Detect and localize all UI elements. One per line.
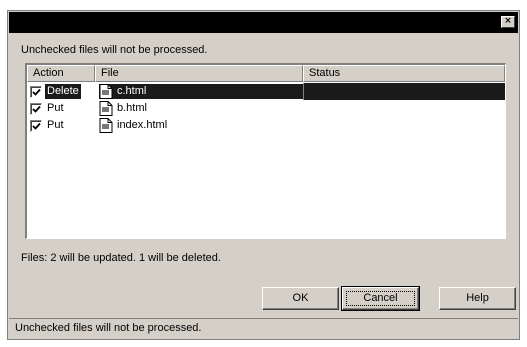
list-header: Action File Status [27, 65, 505, 82]
action-cell: Put [27, 117, 95, 134]
html-file-icon [99, 84, 113, 99]
checkmark-icon [32, 88, 41, 96]
file-cell: c.html [95, 83, 303, 100]
list-item[interactable]: Put index.html [27, 117, 505, 134]
status-cell [303, 100, 505, 117]
status-cell [303, 117, 505, 134]
column-header-status[interactable]: Status [303, 65, 505, 82]
title-bar: × [9, 12, 518, 33]
row-checkbox[interactable] [30, 119, 42, 132]
file-name: index.html [117, 119, 168, 131]
close-icon[interactable]: × [501, 16, 515, 28]
row-checkbox[interactable] [30, 85, 42, 98]
file-name: b.html [117, 102, 147, 114]
files-summary: Files: 2 will be updated. 1 will be dele… [21, 252, 221, 264]
html-file-icon [99, 101, 113, 116]
column-header-action[interactable]: Action [27, 65, 95, 82]
checkmark-icon [32, 105, 41, 113]
instruction-text: Unchecked files will not be processed. [21, 44, 208, 56]
html-file-icon [99, 118, 113, 133]
file-name: c.html [117, 85, 147, 97]
action-label: Put [47, 102, 64, 114]
column-header-file[interactable]: File [95, 65, 303, 82]
action-label: Put [47, 119, 64, 131]
list-item[interactable]: Delete c.html [27, 83, 505, 100]
row-checkbox[interactable] [30, 102, 42, 115]
file-cell: b.html [95, 100, 303, 117]
checkmark-icon [32, 122, 41, 130]
file-cell: index.html [95, 117, 303, 134]
help-button[interactable]: Help [439, 287, 516, 310]
list-rows: Delete c.html Put b.html Put index.html [27, 83, 505, 134]
action-cell: Put [27, 100, 95, 117]
status-cell [303, 83, 505, 100]
list-item[interactable]: Put b.html [27, 100, 505, 117]
ok-button[interactable]: OK [262, 287, 339, 310]
status-bar: Unchecked files will not be processed. [9, 318, 518, 338]
action-cell: Delete [27, 83, 95, 100]
sync-dialog: × Unchecked files will not be processed.… [7, 10, 520, 340]
cancel-button[interactable]: Cancel [341, 286, 420, 311]
file-list[interactable]: Action File Status Delete c.html Put b.h… [25, 63, 506, 239]
focus-ring [346, 291, 415, 306]
action-label: Delete [45, 84, 81, 99]
